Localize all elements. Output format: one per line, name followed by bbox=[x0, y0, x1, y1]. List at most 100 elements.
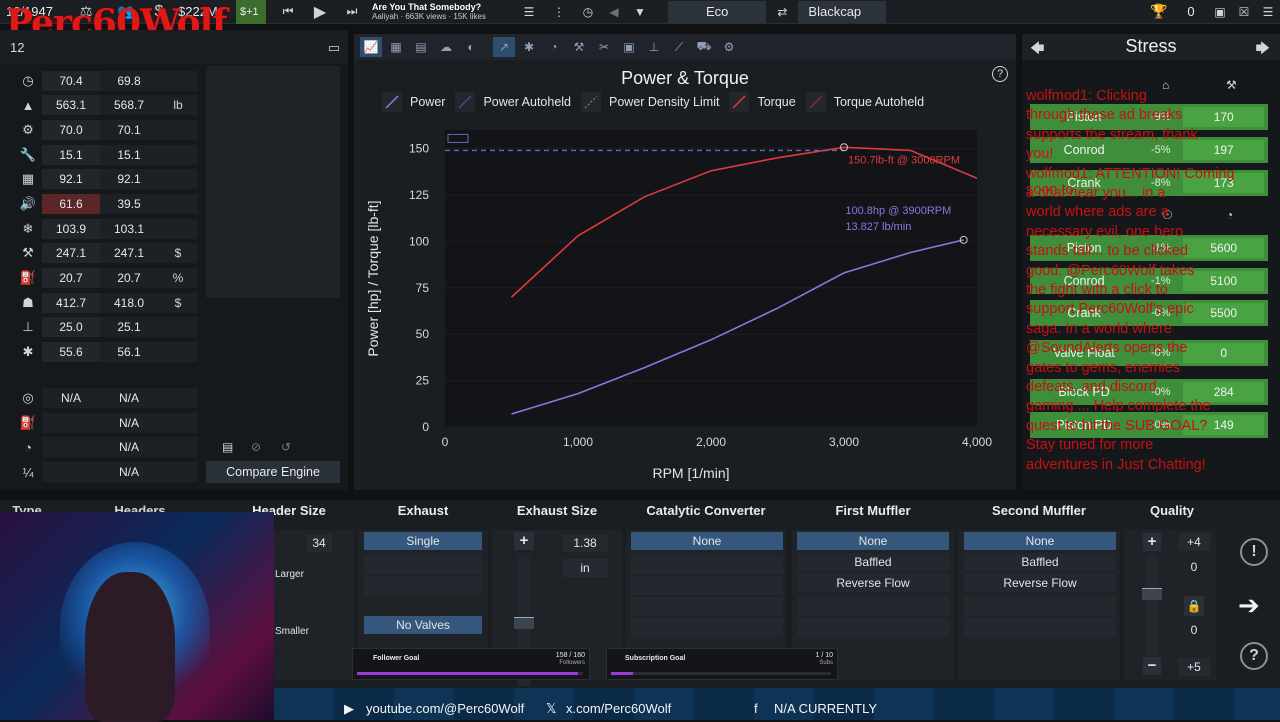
exhaust-size-plus[interactable]: + bbox=[514, 532, 534, 550]
export-icon[interactable]: ▭ bbox=[328, 40, 340, 56]
clock-icon[interactable]: ◷ bbox=[574, 5, 602, 19]
exhaust-size-handle[interactable] bbox=[514, 617, 534, 629]
muffler2-baffled-option[interactable]: Baffled bbox=[964, 553, 1116, 571]
dropdown-icon[interactable]: ▼ bbox=[626, 5, 654, 19]
y-tick-label: 50 bbox=[416, 327, 430, 341]
car-icon[interactable]: ⛟ bbox=[693, 37, 715, 57]
stat-unit: $ bbox=[158, 293, 198, 313]
engine-icon: ⚙ bbox=[22, 122, 34, 137]
sub-goal-label: Subscription Goal bbox=[625, 655, 686, 662]
graph-toolbar: 📈 ▦ ▤ ☁ ◐ ↗ ✱ ◔ ⚒ ✂ ▣ ⊥ ⟋ ⛟ ⚙ bbox=[354, 34, 1016, 60]
power-torque-panel: 📈 ▦ ▤ ☁ ◐ ↗ ✱ ◔ ⚒ ✂ ▣ ⊥ ⟋ ⛟ ⚙ Power & To… bbox=[354, 34, 1016, 490]
torque-annotation: 150.7lb-ft @ 3000RPM bbox=[848, 154, 960, 166]
legend-power-autoheld[interactable]: Power Autoheld bbox=[455, 92, 571, 112]
quality-plus[interactable]: + bbox=[1143, 533, 1161, 551]
stat-current: 61.6 bbox=[42, 194, 100, 214]
stat-compare: 25.1 bbox=[100, 317, 158, 337]
stat-unit: $ bbox=[158, 243, 198, 263]
close-icon[interactable]: ☒ bbox=[1232, 5, 1256, 19]
cat-slot[interactable] bbox=[631, 576, 783, 595]
menu-icon[interactable]: ☰ bbox=[1256, 5, 1280, 19]
legend-power[interactable]: Power bbox=[382, 92, 445, 112]
save-icon[interactable]: ▣ bbox=[1208, 5, 1232, 19]
facebook-link[interactable]: N/A CURRENTLY bbox=[774, 701, 877, 716]
play-icon[interactable]: ▶ bbox=[304, 2, 336, 22]
eco-button[interactable]: Eco bbox=[668, 0, 767, 23]
cancel-icon[interactable]: ⊘ bbox=[251, 440, 261, 454]
weight-icon: ▲ bbox=[21, 97, 35, 113]
x-link[interactable]: x.com/Perc60Wolf bbox=[566, 701, 671, 716]
next-track-icon[interactable]: ⏭ bbox=[336, 4, 368, 19]
quality-slider[interactable] bbox=[1146, 556, 1158, 656]
exhaust-no-valves-option[interactable]: No Valves bbox=[364, 616, 482, 634]
swap-icon[interactable]: ⇄ bbox=[768, 5, 796, 19]
warning-icon[interactable]: ! bbox=[1240, 538, 1268, 566]
youtube-link[interactable]: youtube.com/@Perc60Wolf bbox=[366, 701, 524, 716]
more-icon[interactable]: ⋮ bbox=[544, 5, 574, 19]
chart-icon[interactable]: 📈 bbox=[360, 37, 382, 57]
sub-progress bbox=[611, 672, 831, 675]
legend-torque[interactable]: Torque bbox=[729, 92, 796, 112]
table-icon[interactable]: ▦ bbox=[385, 37, 407, 57]
gauge-icon[interactable]: ◔ bbox=[543, 37, 565, 57]
help-round-icon[interactable]: ? bbox=[1240, 642, 1268, 670]
list-icon[interactable]: ☰ bbox=[514, 5, 544, 19]
legend-power-density[interactable]: Power Density Limit bbox=[581, 92, 719, 112]
muffler1-reverse-option[interactable]: Reverse Flow bbox=[797, 574, 949, 592]
piston-icon[interactable]: ⊥ bbox=[643, 37, 665, 57]
muffler2-reverse-option[interactable]: Reverse Flow bbox=[964, 574, 1116, 592]
exhaust-single-option[interactable]: Single bbox=[364, 532, 482, 550]
muffler1-slot[interactable] bbox=[797, 597, 949, 616]
left-arrow-icon[interactable]: ◀ bbox=[602, 5, 626, 19]
legend-torque-autoheld[interactable]: Torque Autoheld bbox=[805, 92, 924, 112]
help-icon[interactable]: ? bbox=[992, 66, 1008, 82]
quality-v2: 0 bbox=[1190, 623, 1198, 637]
cat-slot[interactable] bbox=[631, 555, 783, 574]
lock-icon[interactable]: 🔒 bbox=[1184, 596, 1204, 616]
exhaust-slot[interactable] bbox=[364, 576, 482, 595]
prev-track-icon[interactable]: ⏮ bbox=[272, 4, 304, 19]
muffler1-none-option[interactable]: None bbox=[797, 532, 949, 550]
lever-icon[interactable]: ⟋ bbox=[668, 37, 690, 57]
mask-icon[interactable]: ◐ bbox=[460, 37, 482, 57]
wheel-icon[interactable]: ⚙ bbox=[718, 37, 740, 57]
tools-icon[interactable]: ✂ bbox=[593, 37, 615, 57]
exhaust-slot[interactable] bbox=[364, 555, 482, 574]
stat-row: ◷ 70.4 69.8 bbox=[14, 70, 198, 92]
muffler2-slot[interactable] bbox=[964, 618, 1116, 637]
stat-compare: 56.1 bbox=[100, 342, 158, 362]
document-icon[interactable]: ▤ bbox=[222, 440, 233, 454]
muffler1-slot[interactable] bbox=[797, 618, 949, 637]
reset-icon[interactable]: ↺ bbox=[281, 440, 291, 454]
follower-goal-label: Follower Goal bbox=[373, 655, 420, 662]
cloud-icon[interactable]: ☁ bbox=[435, 37, 457, 57]
muffler2-none-option[interactable]: None bbox=[964, 532, 1116, 550]
stat-unit bbox=[158, 71, 198, 91]
cat-slot[interactable] bbox=[631, 597, 783, 616]
list-icon[interactable]: ▤ bbox=[410, 37, 432, 57]
y-tick-label: 100 bbox=[409, 234, 429, 248]
stat-current: 55.6 bbox=[42, 342, 100, 362]
line-chart-icon[interactable]: ↗ bbox=[493, 37, 515, 57]
column-header: Exhaust Size bbox=[516, 503, 598, 518]
muffler1-baffled-option[interactable]: Baffled bbox=[797, 553, 949, 571]
compare-engine-button[interactable]: Compare Engine bbox=[206, 461, 340, 483]
power-swatch bbox=[382, 92, 402, 112]
blackcap-button[interactable]: Blackcap bbox=[798, 0, 887, 23]
cat-slot[interactable] bbox=[631, 618, 783, 637]
next-arrow-icon[interactable]: 🡆 bbox=[1256, 38, 1270, 62]
trophy-icon[interactable]: 🏆 bbox=[1144, 3, 1174, 20]
muffler2-slot[interactable] bbox=[964, 597, 1116, 616]
hammer-icon[interactable]: ⚒ bbox=[568, 37, 590, 57]
quality-handle[interactable] bbox=[1142, 588, 1162, 600]
bug-icon[interactable]: ✱ bbox=[518, 37, 540, 57]
stat-row: ⛽ 20.7 20.7 % bbox=[14, 267, 198, 289]
stat-current: 70.4 bbox=[42, 71, 100, 91]
camera-icon[interactable]: ▣ bbox=[618, 37, 640, 57]
perf-unit bbox=[158, 413, 198, 433]
chat-line: a chat near you... in a bbox=[1026, 185, 1166, 201]
cat-none-option[interactable]: None bbox=[631, 532, 783, 550]
quality-minus[interactable]: − bbox=[1143, 657, 1161, 675]
next-step-icon[interactable]: ➔ bbox=[1238, 590, 1260, 621]
power-torque-chart: 0 25 50 75 100 125 150 0 1,000 2,000 3,000 4,000 RPM… bbox=[365, 130, 992, 481]
